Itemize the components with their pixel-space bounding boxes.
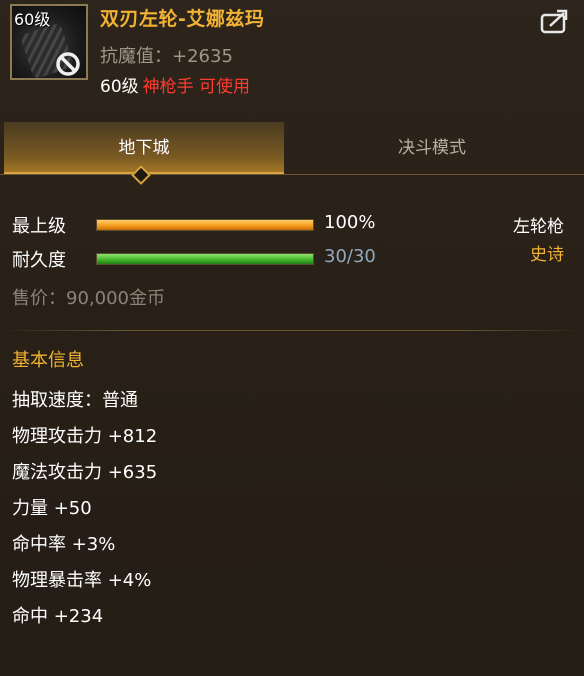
resist-value: 抗魔值：+2635 (100, 46, 233, 67)
attribute-item: 抽取速度：普通 (12, 390, 138, 411)
basic-info-title: 基本信息 (12, 350, 84, 371)
attribute-item: 魔法攻击力 +635 (12, 462, 158, 483)
ban-icon (56, 52, 80, 76)
mode-tabs: 地下城 决斗模式 (0, 122, 584, 175)
upgrade-bar (96, 219, 314, 231)
durability-label: 耐久度 (12, 250, 66, 271)
divider (10, 330, 574, 331)
attribute-item: 力量 +50 (12, 498, 92, 519)
tab-duel-mode[interactable]: 决斗模式 (284, 122, 580, 174)
durability-bar (96, 253, 314, 265)
icon-level-label: 60级 (14, 10, 51, 29)
attribute-item: 命中 +234 (12, 606, 104, 627)
upgrade-value: 100% (324, 212, 376, 233)
rarity-label: 史诗 (530, 245, 564, 265)
item-name: 双刃左轮-艾娜兹玛 (100, 8, 265, 30)
required-class: 神枪手 可使用 (142, 77, 251, 97)
share-icon[interactable] (540, 8, 570, 34)
sell-price: 售价：90,000金币 (12, 288, 165, 309)
weapon-type: 左轮枪 (513, 217, 564, 237)
attribute-item: 物理暴击率 +4% (12, 570, 152, 591)
attribute-list: 抽取速度：普通 物理攻击力 +812 魔法攻击力 +635 力量 +50 命中率… (12, 386, 157, 638)
upgrade-bar-fill (97, 220, 313, 230)
requirement-line: 60级 神枪手 可使用 (100, 72, 250, 97)
attribute-item: 命中率 +3% (12, 534, 116, 555)
item-icon[interactable]: 60级 (10, 4, 88, 80)
durability-value: 30/30 (324, 246, 376, 267)
durability-bar-fill (97, 254, 313, 264)
item-tooltip-panel: 60级 双刃左轮-艾娜兹玛 抗魔值：+2635 60级 神枪手 可使用 地下城 决… (0, 0, 584, 676)
upgrade-label: 最上级 (12, 216, 66, 237)
required-level: 60级 (100, 77, 139, 97)
tab-dungeon[interactable]: 地下城 (4, 122, 284, 174)
attribute-item: 物理攻击力 +812 (12, 426, 158, 447)
